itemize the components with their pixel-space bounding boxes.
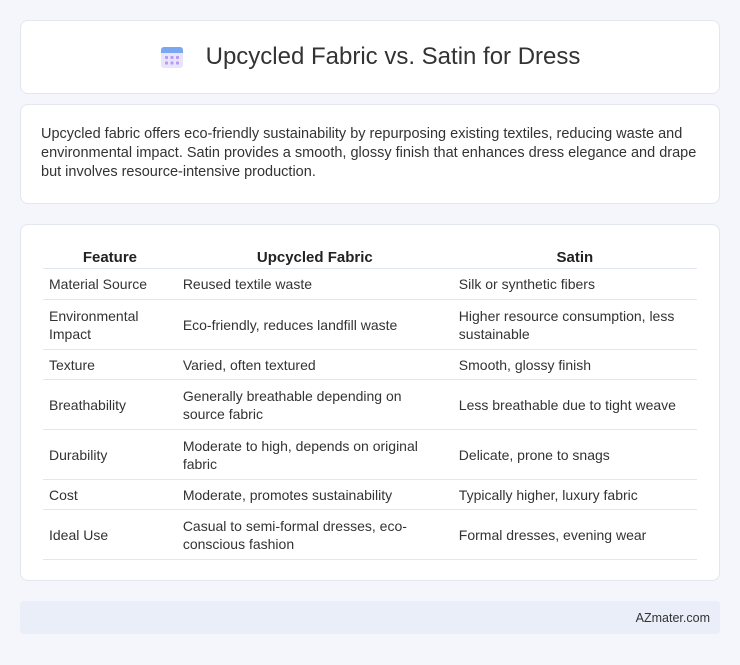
cell-upcycled: Moderate to high, depends on original fa… xyxy=(176,430,453,480)
cell-upcycled: Casual to semi-formal dresses, eco-consc… xyxy=(176,510,453,560)
table-row: Ideal Use Casual to semi-formal dresses,… xyxy=(43,510,697,560)
cell-feature: Cost xyxy=(43,480,177,510)
summary-text: Upcycled fabric offers eco-friendly sust… xyxy=(41,126,697,180)
comparison-table: Feature Upcycled Fabric Satin Material S… xyxy=(43,247,697,560)
cell-feature: Ideal Use xyxy=(43,510,177,560)
table-row: Environmental Impact Eco-friendly, reduc… xyxy=(43,300,697,350)
cell-satin: Silk or synthetic fibers xyxy=(452,269,697,300)
table-row: Breathability Generally breathable depen… xyxy=(43,380,697,430)
header-satin: Satin xyxy=(452,247,697,269)
footer: AZmater.com xyxy=(20,601,720,634)
title-card: Upcycled Fabric vs. Satin for Dress xyxy=(20,20,720,94)
cell-upcycled: Eco-friendly, reduces landfill waste xyxy=(176,300,453,350)
header-upcycled: Upcycled Fabric xyxy=(176,247,453,269)
table-row: Cost Moderate, promotes sustainability T… xyxy=(43,480,697,510)
cell-feature: Environmental Impact xyxy=(43,300,177,350)
cell-upcycled: Moderate, promotes sustainability xyxy=(176,480,453,510)
cell-upcycled: Varied, often textured xyxy=(176,350,453,380)
cell-upcycled: Generally breathable depending on source… xyxy=(176,380,453,430)
table-header-row: Feature Upcycled Fabric Satin xyxy=(43,247,697,269)
header-feature: Feature xyxy=(43,247,177,269)
calendar-icon xyxy=(160,45,184,69)
summary-card: Upcycled fabric offers eco-friendly sust… xyxy=(20,104,720,204)
cell-satin: Formal dresses, evening wear xyxy=(452,510,697,560)
page-title: Upcycled Fabric vs. Satin for Dress xyxy=(205,43,581,70)
table-row: Durability Moderate to high, depends on … xyxy=(43,430,697,480)
cell-upcycled: Reused textile waste xyxy=(176,269,453,300)
table-row: Texture Varied, often textured Smooth, g… xyxy=(43,350,697,380)
cell-satin: Higher resource consumption, less sustai… xyxy=(452,300,697,350)
cell-satin: Typically higher, luxury fabric xyxy=(452,480,697,510)
cell-satin: Less breathable due to tight weave xyxy=(452,380,697,430)
cell-satin: Delicate, prone to snags xyxy=(452,430,697,480)
table-row: Material Source Reused textile waste Sil… xyxy=(43,269,697,300)
cell-feature: Durability xyxy=(43,430,177,480)
comparison-card: Feature Upcycled Fabric Satin Material S… xyxy=(20,224,720,581)
footer-brand: AZmater.com xyxy=(635,610,710,625)
cell-satin: Smooth, glossy finish xyxy=(452,350,697,380)
cell-feature: Breathability xyxy=(43,380,177,430)
cell-feature: Texture xyxy=(43,350,177,380)
cell-feature: Material Source xyxy=(43,269,177,300)
